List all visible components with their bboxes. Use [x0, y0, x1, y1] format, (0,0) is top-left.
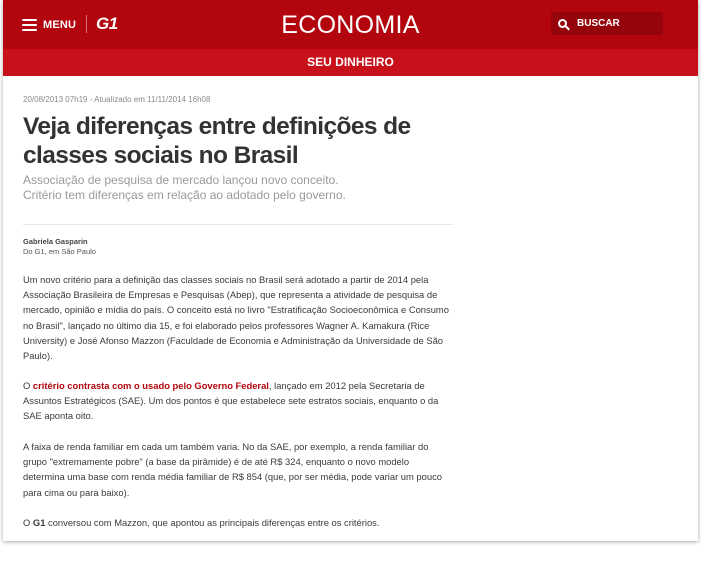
paragraph-4-prefix: O — [23, 517, 33, 528]
government-criteria-link[interactable]: critério contrasta com o usado pelo Gove… — [33, 380, 269, 391]
article-paragraph-3: A faixa de renda familiar em cada um tam… — [23, 441, 442, 498]
paragraph-2-prefix: O — [23, 380, 33, 391]
article-headline: Veja diferenças entre definições de clas… — [23, 113, 411, 169]
subtitle-line-1: Associação de pesquisa de mercado lançou… — [23, 173, 339, 187]
subtitle-line-2: Critério tem diferenças em relação ao ad… — [23, 188, 346, 202]
article-author: Gabriela Gasparin — [23, 237, 88, 246]
article-paragraph-1: Um novo critério para a definição das cl… — [23, 274, 449, 362]
paragraph-4-suffix: conversou com Mazzon, que apontou as pri… — [45, 517, 380, 528]
g1-mention: G1 — [32, 517, 46, 528]
top-navigation-bar: MENU G1 ECONOMIA BUSCAR — [3, 0, 698, 49]
search-button[interactable]: BUSCAR — [551, 12, 663, 35]
article-timestamp: 20/08/2013 07h19 - Atualizado em 11/11/2… — [23, 95, 211, 104]
page-frame: MENU G1 ECONOMIA BUSCAR SEU DINHEIRO 20/… — [3, 0, 698, 541]
magnifier-icon — [558, 19, 567, 28]
article-paragraph-2: O critério contrasta com o usado pelo Go… — [23, 378, 453, 424]
article-subtitle: Associação de pesquisa de mercado lançou… — [23, 173, 443, 203]
article-location: Do G1, em São Paulo — [23, 247, 96, 256]
article-paragraph-4: O G1 conversou com Mazzon, que apontou a… — [23, 515, 453, 530]
header-divider-rule — [23, 224, 453, 225]
subsection-bar[interactable]: SEU DINHEIRO — [3, 49, 698, 76]
search-label: BUSCAR — [577, 18, 620, 29]
